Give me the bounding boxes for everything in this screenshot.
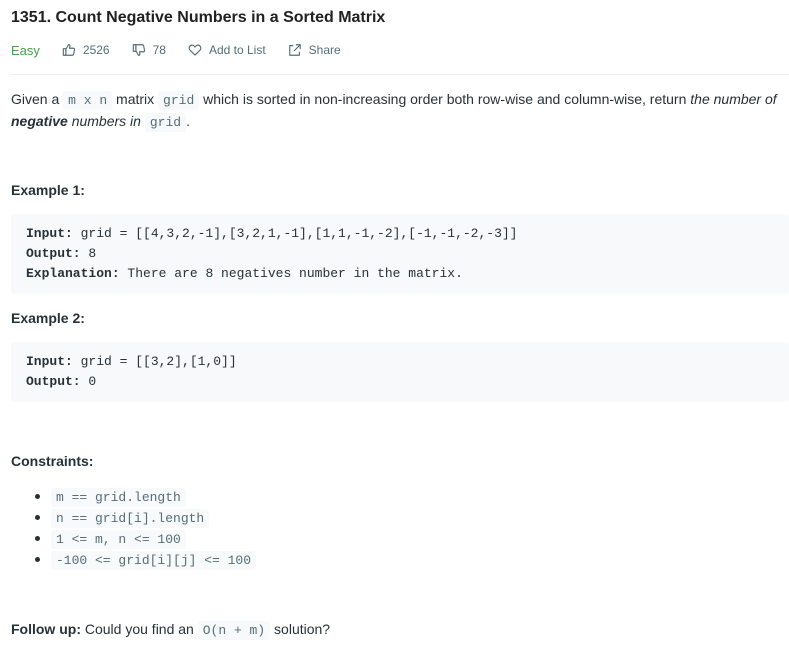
inline-code: grid [144,113,187,132]
example-1-explanation: Explanation: There are 8 negatives numbe… [26,266,463,281]
desc-text: Given a [11,91,64,107]
list-item: -100 <= grid[i][j] <= 100 [11,549,257,570]
inline-code: m x n [63,91,113,110]
list-item: m == grid.length [11,486,256,507]
header-divider [11,74,789,75]
example-2-input: Input: grid = [[3,2],[1,0]] [26,354,237,369]
share-icon [288,44,301,56]
example-2-heading: Example 2: [11,310,85,326]
thumbs-down-icon [132,44,145,56]
desc-strong: negative [11,113,68,129]
problem-meta-bar: Easy 2526 78 Add to List Share [11,42,363,58]
desc-text: which is sorted in non-increasing order … [199,91,691,107]
like-count: 2526 [82,43,110,57]
problem-description: Given a m x n matrix grid which is sorte… [11,89,789,133]
difficulty-badge: Easy [11,42,40,58]
like-button[interactable]: 2526 [62,43,110,57]
example-1-input: Input: grid = [[4,3,2,-1],[3,2,1,-1],[1,… [26,226,518,241]
example-1-block: Input: grid = [[4,3,2,-1],[3,2,1,-1],[1,… [11,214,789,294]
follow-up-label: Follow up: [11,621,81,637]
desc-text: . [186,113,190,129]
heart-icon [188,44,202,56]
dislike-count: 78 [152,43,166,57]
example-2-output: Output: 0 [26,374,97,389]
example-1-output: Output: 8 [26,246,97,261]
list-item: 1 <= m, n <= 100 [11,528,256,549]
problem-title: 1351. Count Negative Numbers in a Sorted… [11,9,386,26]
follow-up: Follow up: Could you find an O(n + m) so… [11,621,331,640]
add-to-list-button[interactable]: Add to List [188,43,266,57]
constraints-heading: Constraints: [11,453,94,469]
inline-code: O(n + m) [197,621,271,640]
example-1-heading: Example 1: [11,182,85,198]
inline-code: grid [158,91,200,110]
constraints-list: m == grid.length n == grid[i].length 1 <… [11,486,257,570]
dislike-button[interactable]: 78 [132,43,166,57]
example-2-block: Input: grid = [[3,2],[1,0]] Output: 0 [11,342,789,402]
thumbs-up-icon [62,44,76,56]
share-button[interactable]: Share [288,43,341,57]
add-to-list-label: Add to List [208,43,266,57]
share-label: Share [308,43,341,57]
list-item: n == grid[i].length [11,507,256,528]
desc-text: matrix [112,91,159,107]
